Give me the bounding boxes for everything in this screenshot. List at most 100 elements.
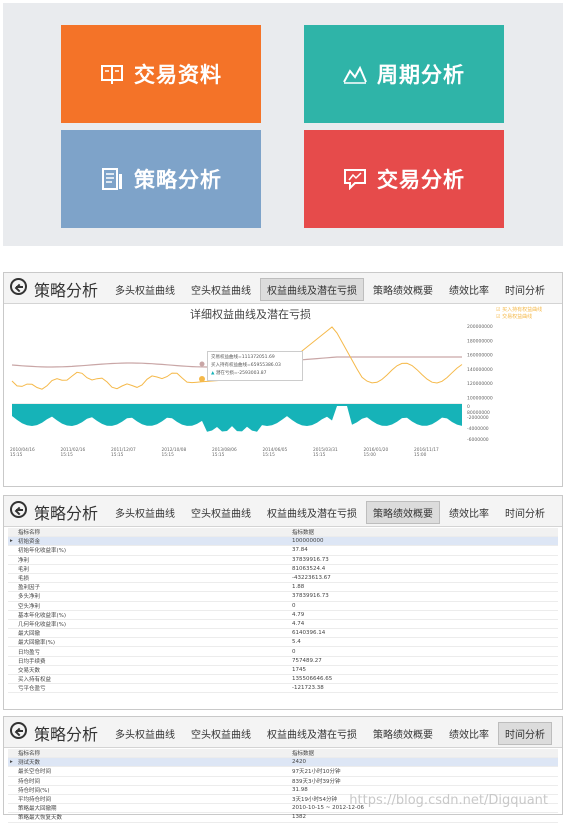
metric-name: 最大回撤 xyxy=(16,628,290,639)
tile-trade-analysis[interactable]: 交易分析 xyxy=(304,130,504,228)
metric-name: 交易天数 xyxy=(16,665,290,676)
metric-value: -43223613.67 xyxy=(290,573,558,584)
metric-name: 毛利 xyxy=(16,564,290,574)
tab-time-analysis[interactable]: 时间分析 xyxy=(498,501,552,524)
tab-performance-ratio[interactable]: 绩效比率 xyxy=(442,722,496,745)
metric-name: 持仓时间 xyxy=(16,776,290,786)
table-row[interactable]: 基本年化收益率(%) 4.79 xyxy=(8,610,558,620)
tile-label: 策略分析 xyxy=(134,168,222,192)
table-row[interactable]: 日均手续费 757489.27 xyxy=(8,656,558,666)
tile-strategy-analysis[interactable]: 策略分析 xyxy=(61,130,261,228)
table-row[interactable]: 盈利因子 1.88 xyxy=(8,582,558,593)
row-marker xyxy=(8,812,16,823)
tile-trade-data[interactable]: 交易资料 xyxy=(61,25,261,123)
tooltip-line: ▲ 潜在亏损=-2593003.87 xyxy=(211,370,299,378)
table-row[interactable]: 交易天数 1745 xyxy=(8,665,558,676)
panel-equity-curve: 策略分析 多头权益曲线 空头权益曲线 权益曲线及潜在亏损 策略绩效概要 绩效比率… xyxy=(3,272,563,487)
chat-chart-icon xyxy=(343,168,367,191)
row-marker xyxy=(8,665,16,676)
row-marker xyxy=(8,582,16,593)
metric-value: 1.88 xyxy=(290,582,558,593)
metric-name: 策略最大回撤期 xyxy=(16,803,290,814)
table-row[interactable]: 最大回撤率(%) 5.4 xyxy=(8,637,558,648)
metric-name: 持仓时间(%) xyxy=(16,785,290,795)
page-title: 策略分析 xyxy=(34,281,99,300)
metric-value: 1745 xyxy=(290,665,558,676)
table-row[interactable]: 策略最大恢复天数 1382 xyxy=(8,812,558,823)
table-row[interactable]: 毛利 81063524.4 xyxy=(8,564,558,574)
metric-name: 净利 xyxy=(16,555,290,565)
tab-time-analysis[interactable]: 时间分析 xyxy=(498,278,552,301)
tile-period-analysis[interactable]: 周期分析 xyxy=(304,25,504,123)
tab-short-equity[interactable]: 空头权益曲线 xyxy=(184,722,258,745)
module-tiles-area: 交易资料 周期分析 策略分析 交易分析 xyxy=(3,3,563,246)
metric-value: 1382 xyxy=(290,812,558,823)
table-row[interactable]: 空头净利 0 xyxy=(8,601,558,611)
table-row[interactable]: 买入持有权益 135506646.65 xyxy=(8,674,558,685)
tab-performance-ratio[interactable]: 绩效比率 xyxy=(442,278,496,301)
row-marker xyxy=(8,628,16,639)
tab-short-equity[interactable]: 空头权益曲线 xyxy=(184,501,258,524)
tab-long-equity[interactable]: 多头权益曲线 xyxy=(108,501,182,524)
table-row[interactable]: 毛损 -43223613.67 xyxy=(8,573,558,584)
row-marker xyxy=(8,674,16,685)
x-tick-label: 2011/02/16 15:15 xyxy=(61,447,86,458)
table-row[interactable]: 持仓时间 839天3小时39分钟 xyxy=(8,776,558,786)
metric-value: -121723.38 xyxy=(290,683,558,694)
x-tick-label: 2016/01/20 15:00 xyxy=(364,447,389,458)
metric-name: 多头净利 xyxy=(16,591,290,602)
metric-value: 135506646.65 xyxy=(290,674,558,685)
metric-value: 100000000 xyxy=(290,536,558,547)
row-marker xyxy=(8,545,16,556)
metric-name: 最大回撤率(%) xyxy=(16,637,290,648)
table-row[interactable]: 多头净利 37839916.73 xyxy=(8,591,558,602)
tab-equity-drawdown[interactable]: 权益曲线及潜在亏损 xyxy=(260,501,364,524)
tab-performance-ratio[interactable]: 绩效比率 xyxy=(442,501,496,524)
table-row[interactable]: 日均盈亏 0 xyxy=(8,646,558,657)
metric-value: 757489.27 xyxy=(290,656,558,666)
y-tick-label: 140000000 xyxy=(467,367,493,373)
table-row[interactable]: 亏平仓盈亏 -121723.38 xyxy=(8,683,558,694)
tab-long-equity[interactable]: 多头权益曲线 xyxy=(108,278,182,301)
tab-long-equity[interactable]: 多头权益曲线 xyxy=(108,722,182,745)
tab-time-analysis[interactable]: 时间分析 xyxy=(498,722,552,745)
back-arrow-icon[interactable] xyxy=(10,722,27,739)
metric-value: 37839916.73 xyxy=(290,591,558,602)
table-row[interactable]: 净利 37839916.73 xyxy=(8,555,558,565)
tooltip-line-text: 潜在亏损=-2593003.87 xyxy=(215,371,267,376)
page-title: 策略分析 xyxy=(34,504,99,523)
metric-name: 指标名称 xyxy=(16,749,290,759)
tab-performance-summary[interactable]: 策略绩效概要 xyxy=(366,501,440,524)
triangle-icon: ▲ xyxy=(211,371,215,376)
metrics-table: 指标名称 指标数据 ▸ 初始资金 100000000 初始年化收益率(%) 37.84 净利 3… xyxy=(8,528,558,694)
row-marker xyxy=(8,656,16,666)
x-tick-label: 2014/06/05 15:15 xyxy=(263,447,288,458)
table-row[interactable]: ▸ 初始资金 100000000 xyxy=(8,536,558,547)
tab-performance-summary[interactable]: 策略绩效概要 xyxy=(366,722,440,745)
row-marker xyxy=(8,749,16,759)
back-arrow-icon[interactable] xyxy=(10,278,27,295)
tab-equity-drawdown[interactable]: 权益曲线及潜在亏损 xyxy=(260,278,364,301)
x-tick-label: 2016/11/17 15:00 xyxy=(414,447,439,458)
tab-short-equity[interactable]: 空头权益曲线 xyxy=(184,278,258,301)
metric-value: 37839916.73 xyxy=(290,555,558,565)
table-row[interactable]: 几何年化收益率(%) 4.74 xyxy=(8,619,558,630)
tab-performance-summary[interactable]: 策略绩效概要 xyxy=(366,278,440,301)
table-row[interactable]: ▸ 测试天数 2420 xyxy=(8,757,558,768)
y-tick-label: 100000000 xyxy=(467,396,493,402)
drawdown-tick-label: -2000000 xyxy=(467,415,489,421)
checkbox-icon: ☑ xyxy=(496,314,501,320)
metric-name: 指标名称 xyxy=(16,528,290,538)
buyhold-marker xyxy=(199,361,205,367)
table-row[interactable]: 初始年化收益率(%) 37.84 xyxy=(8,545,558,556)
legend-item-buyhold[interactable]: ☑ 买入持有权益曲线 xyxy=(496,306,542,313)
tab-equity-drawdown[interactable]: 权益曲线及潜在亏损 xyxy=(260,722,364,745)
metric-value: 指标数据 xyxy=(290,528,558,538)
tab-bar: 多头权益曲线 空头权益曲线 权益曲线及潜在亏损 策略绩效概要 绩效比率 时间分析 xyxy=(106,278,552,301)
tile-label: 交易资料 xyxy=(134,63,222,87)
table-row[interactable]: 最长空仓时间 97天21小时10分钟 xyxy=(8,766,558,777)
table-row[interactable]: 最大回撤 6140396.14 xyxy=(8,628,558,639)
metric-value: 0 xyxy=(290,601,558,611)
back-arrow-icon[interactable] xyxy=(10,501,27,518)
legend-item-equity[interactable]: ☑ 交易权益曲线 xyxy=(496,313,542,320)
